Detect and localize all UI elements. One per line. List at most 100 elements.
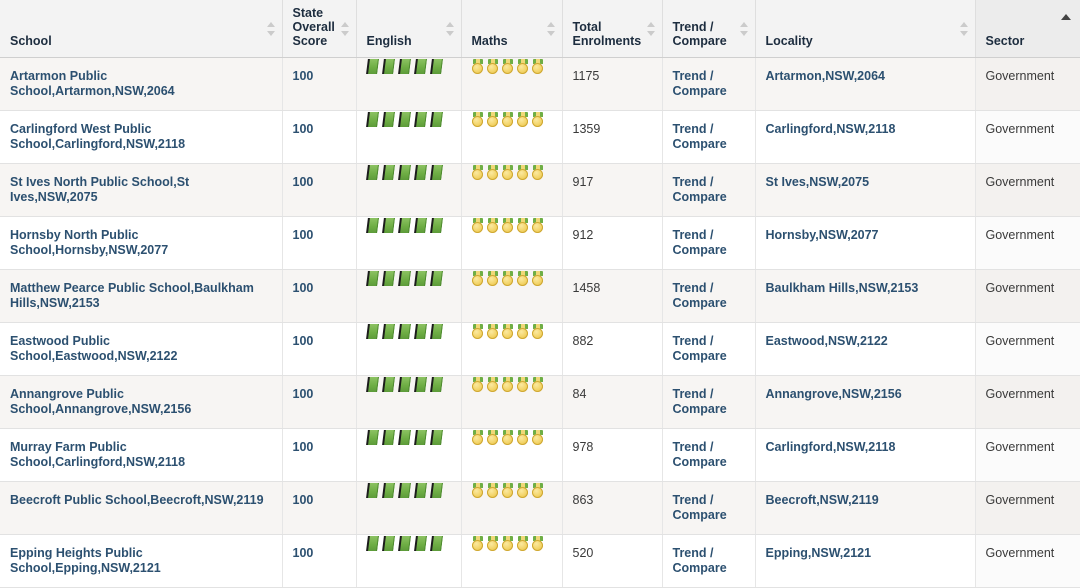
column-header-school[interactable]: School bbox=[0, 0, 283, 58]
locality-link[interactable]: Eastwood,NSW,2122 bbox=[766, 334, 888, 348]
locality-link[interactable]: Annangrove,NSW,2156 bbox=[766, 387, 902, 401]
school-link[interactable]: Hornsby North Public School,Hornsby,NSW,… bbox=[10, 228, 168, 257]
cell-total-enrolments: 1458 bbox=[562, 269, 663, 323]
column-header-label: Total Enrolments bbox=[572, 20, 642, 48]
total-enrolments-value: 520 bbox=[572, 546, 594, 560]
cell-trend-compare: Trend / Compare bbox=[662, 322, 756, 376]
sort-toggle-icon[interactable] bbox=[739, 21, 749, 36]
cell-sector: Government bbox=[975, 481, 1080, 535]
english-rating-book-icon bbox=[397, 271, 412, 286]
school-link[interactable]: Annangrove Public School,Annangrove,NSW,… bbox=[10, 387, 191, 416]
cell-sector: Government bbox=[975, 269, 1080, 323]
sort-toggle-icon[interactable] bbox=[959, 21, 969, 36]
school-link[interactable]: Carlingford West Public School,Carlingfo… bbox=[10, 122, 185, 151]
english-rating-book-icon bbox=[429, 377, 444, 392]
trend-compare-link[interactable]: Trend / Compare bbox=[673, 122, 727, 151]
maths-rating-medal-icon bbox=[487, 483, 499, 499]
column-header-score[interactable]: State Overall Score bbox=[282, 0, 357, 58]
cell-school: Beecroft Public School,Beecroft,NSW,2119 bbox=[0, 481, 283, 535]
school-link[interactable]: Murray Farm Public School,Carlingford,NS… bbox=[10, 440, 185, 469]
cell-school: Eastwood Public School,Eastwood,NSW,2122 bbox=[0, 322, 283, 376]
table-row: St Ives North Public School,St Ives,NSW,… bbox=[0, 163, 1080, 217]
school-results-table: School State Overall Score English Maths Tot… bbox=[0, 0, 1080, 588]
trend-compare-link[interactable]: Trend / Compare bbox=[673, 228, 727, 257]
sort-toggle-icon[interactable] bbox=[646, 21, 656, 36]
cell-english-rating bbox=[356, 322, 462, 376]
total-enrolments-value: 84 bbox=[572, 387, 587, 401]
state-overall-score-value: 100 bbox=[292, 122, 314, 136]
trend-compare-link[interactable]: Trend / Compare bbox=[673, 334, 727, 363]
cell-locality: Annangrove,NSW,2156 bbox=[755, 375, 976, 429]
locality-link[interactable]: Baulkham Hills,NSW,2153 bbox=[766, 281, 919, 295]
locality-link[interactable]: Carlingford,NSW,2118 bbox=[766, 440, 896, 454]
maths-rating-medal-icon bbox=[502, 165, 514, 181]
trend-compare-link[interactable]: Trend / Compare bbox=[673, 440, 727, 469]
cell-school: Matthew Pearce Public School,Baulkham Hi… bbox=[0, 269, 283, 323]
cell-total-enrolments: 520 bbox=[562, 534, 663, 588]
cell-maths-rating bbox=[461, 269, 563, 323]
english-rating-book-icon bbox=[429, 324, 444, 339]
trend-compare-link[interactable]: Trend / Compare bbox=[673, 546, 727, 575]
english-rating-book-icon bbox=[365, 377, 380, 392]
state-overall-score-value: 100 bbox=[292, 281, 314, 295]
column-header-trend[interactable]: Trend / Compare bbox=[662, 0, 756, 58]
sort-toggle-icon[interactable] bbox=[445, 21, 455, 36]
locality-link[interactable]: Hornsby,NSW,2077 bbox=[766, 228, 879, 242]
maths-rating-medal-icon bbox=[532, 59, 544, 75]
trend-compare-link[interactable]: Trend / Compare bbox=[673, 69, 727, 98]
sort-toggle-icon[interactable] bbox=[266, 21, 276, 36]
english-rating-book-icon bbox=[413, 165, 428, 180]
column-header-sector[interactable]: Sector bbox=[975, 0, 1080, 58]
maths-rating-medal-icon bbox=[487, 218, 499, 234]
maths-rating-medal-icon bbox=[532, 483, 544, 499]
trend-compare-link[interactable]: Trend / Compare bbox=[673, 281, 727, 310]
column-header-maths[interactable]: Maths bbox=[461, 0, 563, 58]
column-header-locality[interactable]: Locality bbox=[755, 0, 976, 58]
cell-english-rating bbox=[356, 269, 462, 323]
locality-link[interactable]: Artarmon,NSW,2064 bbox=[766, 69, 885, 83]
maths-rating-medal-icon bbox=[472, 271, 484, 287]
column-header-english[interactable]: English bbox=[356, 0, 462, 58]
cell-total-enrolments: 1359 bbox=[562, 110, 663, 164]
cell-school: Hornsby North Public School,Hornsby,NSW,… bbox=[0, 216, 283, 270]
state-overall-score-value: 100 bbox=[292, 334, 314, 348]
cell-sector: Government bbox=[975, 163, 1080, 217]
maths-rating-medal-icon bbox=[502, 430, 514, 446]
english-rating-book-icon bbox=[397, 536, 412, 551]
cell-locality: Hornsby,NSW,2077 bbox=[755, 216, 976, 270]
english-rating-book-icon bbox=[429, 536, 444, 551]
sort-toggle-icon[interactable] bbox=[340, 21, 350, 36]
trend-compare-link[interactable]: Trend / Compare bbox=[673, 387, 727, 416]
maths-rating-medal-icon bbox=[487, 271, 499, 287]
school-link[interactable]: Eastwood Public School,Eastwood,NSW,2122 bbox=[10, 334, 177, 363]
cell-maths-rating bbox=[461, 428, 563, 482]
cell-sector: Government bbox=[975, 534, 1080, 588]
school-link[interactable]: Matthew Pearce Public School,Baulkham Hi… bbox=[10, 281, 254, 310]
cell-locality: Epping,NSW,2121 bbox=[755, 534, 976, 588]
cell-school: Epping Heights Public School,Epping,NSW,… bbox=[0, 534, 283, 588]
table-row: Eastwood Public School,Eastwood,NSW,2122… bbox=[0, 322, 1080, 376]
school-link[interactable]: St Ives North Public School,St Ives,NSW,… bbox=[10, 175, 189, 204]
state-overall-score-value: 100 bbox=[292, 440, 314, 454]
trend-compare-link[interactable]: Trend / Compare bbox=[673, 493, 727, 522]
cell-trend-compare: Trend / Compare bbox=[662, 110, 756, 164]
column-header-label: School bbox=[10, 34, 52, 48]
sector-value: Government bbox=[985, 69, 1055, 83]
maths-rating-medal-icon bbox=[472, 59, 484, 75]
cell-maths-rating bbox=[461, 322, 563, 376]
maths-rating-medal-icon bbox=[502, 218, 514, 234]
trend-compare-link[interactable]: Trend / Compare bbox=[673, 175, 727, 204]
column-header-enrolments[interactable]: Total Enrolments bbox=[562, 0, 663, 58]
locality-link[interactable]: Epping,NSW,2121 bbox=[766, 546, 872, 560]
locality-link[interactable]: St Ives,NSW,2075 bbox=[766, 175, 870, 189]
maths-rating-medal-icon bbox=[532, 112, 544, 128]
english-rating-book-icon bbox=[381, 112, 396, 127]
school-link[interactable]: Epping Heights Public School,Epping,NSW,… bbox=[10, 546, 161, 575]
maths-rating-medal-icon bbox=[532, 536, 544, 552]
sort-ascending-icon[interactable] bbox=[1061, 14, 1071, 21]
cell-school: Annangrove Public School,Annangrove,NSW,… bbox=[0, 375, 283, 429]
locality-link[interactable]: Carlingford,NSW,2118 bbox=[766, 122, 896, 136]
school-link[interactable]: Artarmon Public School,Artarmon,NSW,2064 bbox=[10, 69, 175, 98]
sort-toggle-icon[interactable] bbox=[546, 21, 556, 36]
cell-sector: Government bbox=[975, 428, 1080, 482]
